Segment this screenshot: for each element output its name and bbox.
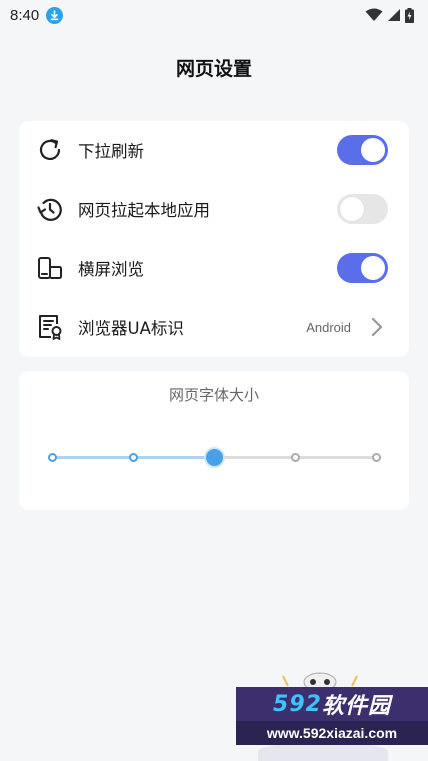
setting-label: 横屏浏览 xyxy=(78,260,144,279)
font-size-card: 网页字体大小 xyxy=(19,371,409,510)
toggle-knob xyxy=(361,138,385,162)
status-bar: 8:40 xyxy=(0,0,428,30)
status-time: 8:40 xyxy=(10,6,40,24)
refresh-icon xyxy=(35,135,65,165)
setting-pull-refresh[interactable]: 下拉刷新 xyxy=(19,121,409,179)
ua-value: Android xyxy=(306,319,351,335)
setting-label: 网页拉起本地应用 xyxy=(78,201,210,220)
slider-thumb[interactable] xyxy=(206,449,223,466)
watermark: 592 软件园 www.592xiazai.com xyxy=(236,687,428,745)
setting-open-local-app[interactable]: 网页拉起本地应用 xyxy=(19,180,409,238)
slider-step-1[interactable] xyxy=(48,453,57,462)
settings-card: 下拉刷新 网页拉起本地应用 横屏浏览 浏览器UA标识 Android xyxy=(19,121,409,357)
setting-label: 下拉刷新 xyxy=(78,142,144,161)
wifi-icon xyxy=(365,8,383,21)
watermark-brand: 592 软件园 xyxy=(236,687,428,721)
watermark-brand-number: 592 xyxy=(273,691,322,717)
signal-icon xyxy=(388,9,400,21)
phone-rotate-icon xyxy=(35,253,65,283)
slider-step-4[interactable] xyxy=(291,453,300,462)
font-size-title: 网页字体大小 xyxy=(168,386,259,404)
toggle-knob xyxy=(361,256,385,280)
certificate-icon xyxy=(35,312,65,342)
chevron-right-icon xyxy=(369,317,385,337)
landscape-toggle[interactable] xyxy=(337,253,388,283)
open-local-app-toggle[interactable] xyxy=(337,194,388,224)
history-icon xyxy=(35,194,65,224)
slider-step-2[interactable] xyxy=(129,453,138,462)
setting-label: 浏览器UA标识 xyxy=(78,319,184,338)
page-title: 网页设置 xyxy=(175,58,252,80)
status-right xyxy=(365,7,414,23)
toggle-knob xyxy=(340,197,364,221)
slider-step-5[interactable] xyxy=(372,453,381,462)
status-left: 8:40 xyxy=(10,6,64,24)
font-size-slider[interactable] xyxy=(48,448,381,468)
watermark-url: www.592xiazai.com xyxy=(236,721,428,745)
battery-charging-icon xyxy=(405,7,414,23)
watermark-brand-text: 软件园 xyxy=(321,694,391,719)
download-icon xyxy=(46,6,64,24)
setting-browser-ua[interactable]: 浏览器UA标识 Android xyxy=(19,298,409,356)
pull-refresh-toggle[interactable] xyxy=(337,135,388,165)
setting-landscape[interactable]: 横屏浏览 xyxy=(19,239,409,297)
